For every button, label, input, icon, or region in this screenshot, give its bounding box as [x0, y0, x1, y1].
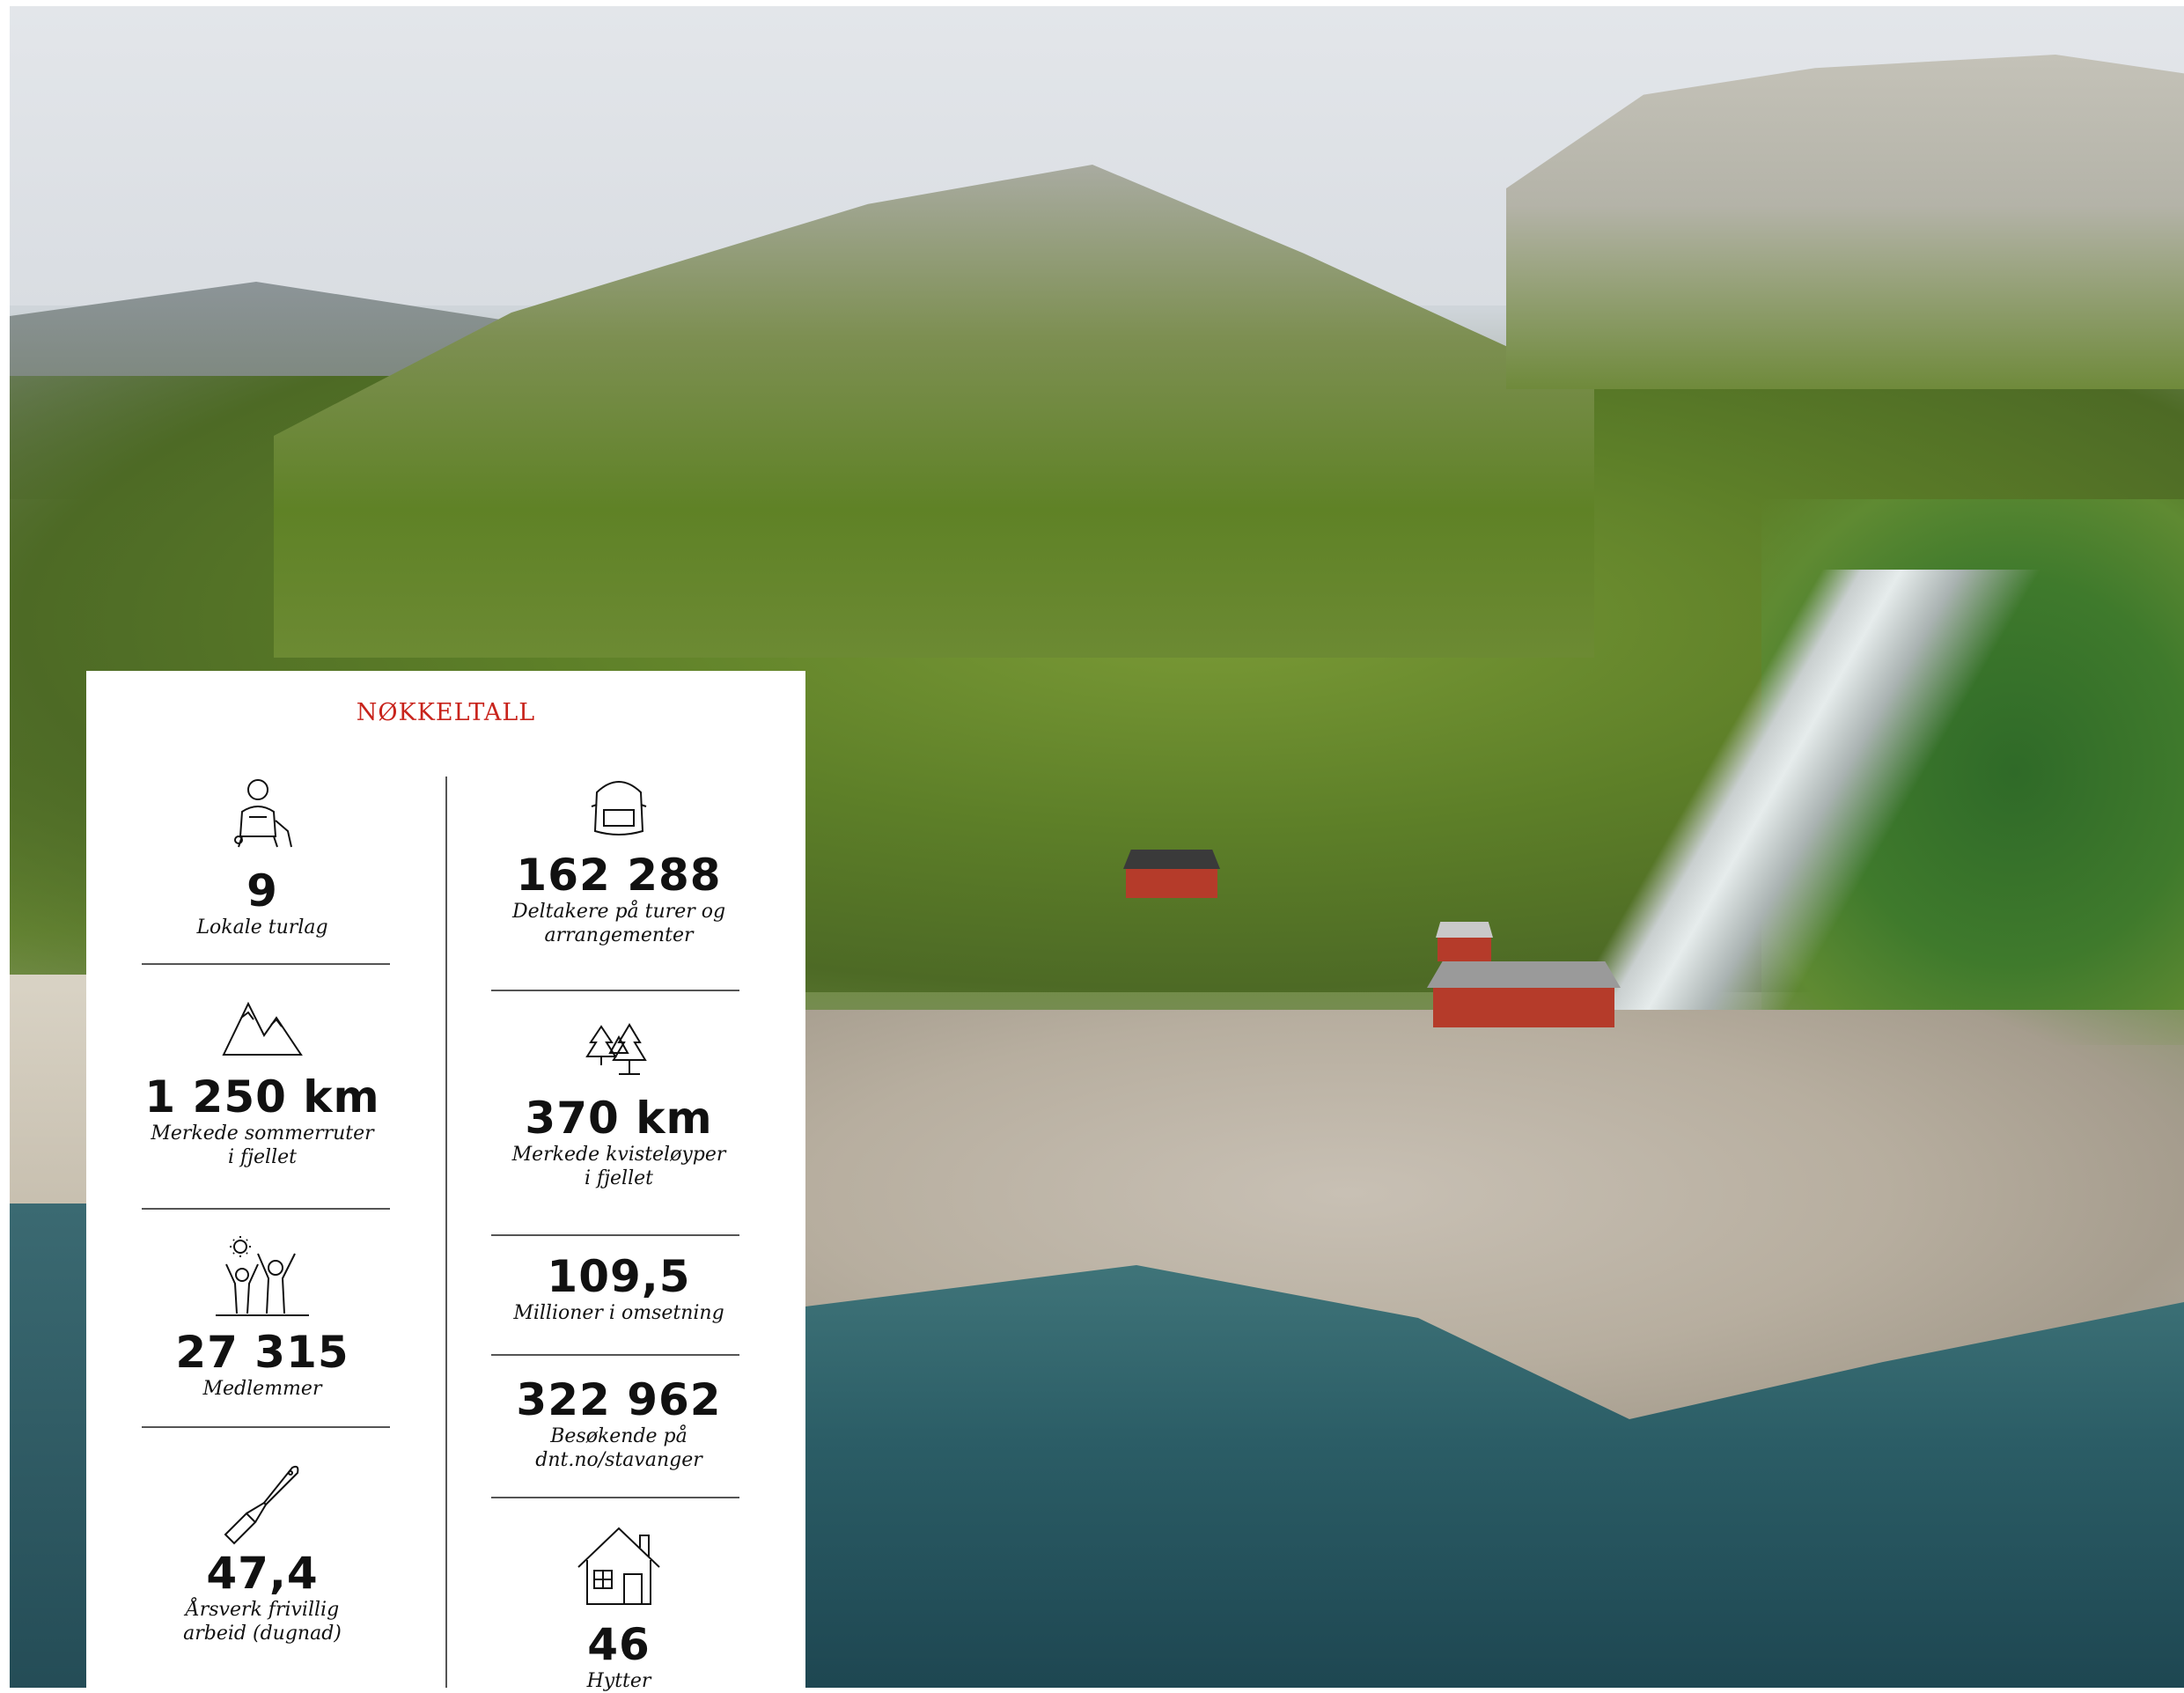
hiker-icon	[234, 779, 292, 848]
mountains-icon	[222, 1001, 303, 1056]
stat-value: 46	[587, 1619, 651, 1670]
stat-value: 47,4	[206, 1548, 319, 1599]
stat-value: 27 315	[175, 1327, 349, 1378]
divider	[491, 990, 739, 991]
main-lodge	[1427, 961, 1621, 1027]
stat-value: 9	[246, 865, 278, 916]
stat-label: Merkede sommerruter i fjellet	[151, 1123, 374, 1168]
divider	[491, 1354, 739, 1356]
red-cabin	[1123, 850, 1220, 898]
stat-value: 322 962	[516, 1374, 722, 1425]
stat-turnover: 109,5 Millioner i omsetning	[478, 1252, 760, 1325]
divider	[142, 1208, 390, 1210]
stat-label: Medlemmer	[202, 1378, 322, 1400]
house-icon	[577, 1527, 660, 1605]
small-cabin	[1436, 922, 1493, 961]
divider	[142, 1426, 390, 1428]
stat-members: 27 315 Medlemmer	[135, 1234, 390, 1401]
paintbrush-icon	[224, 1465, 299, 1545]
stat-participants: 162 288 Deltakere på turer og arrangemen…	[478, 775, 760, 947]
trees-icon	[585, 1023, 647, 1075]
stat-label: Hytter	[586, 1670, 651, 1692]
stat-local-clubs: 9 Lokale turlag	[135, 777, 390, 939]
people-sun-icon	[216, 1236, 309, 1316]
stat-volunteer-work: 47,4 Årsverk frivillig arbeid (dugnad)	[135, 1459, 390, 1645]
stat-value: 109,5	[547, 1251, 691, 1302]
divider	[142, 963, 390, 965]
column-divider	[445, 777, 447, 1688]
stat-value: 1 250 km	[144, 1071, 380, 1123]
stat-label: Besøkende på dnt.no/stavanger	[535, 1425, 702, 1471]
stat-label: Millioner i omsetning	[513, 1302, 724, 1324]
stat-value: 162 288	[516, 850, 722, 901]
stat-winter-trails: 370 km Merkede kvisteløyper i fjellet	[478, 1023, 760, 1190]
backpack-icon	[591, 781, 647, 835]
stat-label: Deltakere på turer og arrangementer	[511, 901, 726, 946]
key-figures-panel: NØKKELTALL 9 Lokale turlag 1 250 km Merk…	[86, 671, 805, 1692]
stat-cabins: 46 Hytter	[478, 1523, 760, 1693]
stat-label: Årsverk frivillig arbeid (dugnad)	[183, 1599, 342, 1645]
stat-visitors: 322 962 Besøkende på dnt.no/stavanger	[478, 1375, 760, 1472]
divider	[491, 1497, 739, 1498]
panel-title: NØKKELTALL	[356, 699, 536, 726]
stat-label: Lokale turlag	[196, 916, 328, 939]
divider	[491, 1234, 739, 1236]
stat-summer-routes: 1 250 km Merkede sommerruter i fjellet	[135, 997, 390, 1169]
stat-value: 370 km	[525, 1093, 713, 1144]
stat-label: Merkede kvisteløyper i fjellet	[511, 1144, 726, 1189]
